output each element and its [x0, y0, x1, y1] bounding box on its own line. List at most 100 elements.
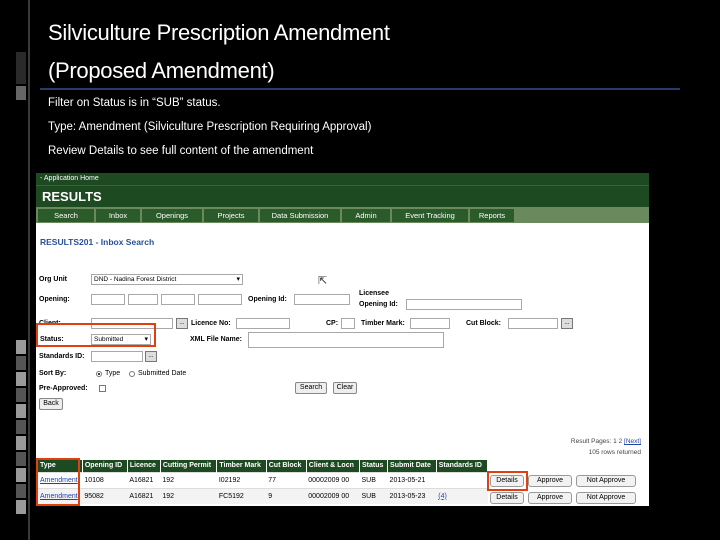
table-cell: 2013-05-23 [387, 487, 437, 504]
timber-mark-input[interactable] [410, 318, 450, 329]
tab-reports[interactable]: Reports [470, 208, 514, 222]
tab-event-tracking[interactable]: Event Tracking [392, 208, 468, 222]
opening-field-3[interactable] [161, 294, 195, 305]
bullet-item: Type: Amendment (Silviculture Prescripti… [48, 121, 372, 133]
table-cell: 95082 [82, 487, 128, 504]
pre-approved-label: Pre-Approved: [39, 385, 88, 392]
col-standards-id[interactable]: Standards ID [436, 460, 489, 472]
mouse-cursor-icon: ⇱ [318, 275, 328, 287]
org-unit-select[interactable]: DND - Nadina Forest District [91, 274, 243, 285]
cut-block-label: Cut Block: [466, 320, 501, 327]
cp-input[interactable] [341, 318, 355, 329]
table-cell: 9 [266, 487, 307, 504]
cut-block-lookup-button[interactable]: ... [561, 318, 573, 329]
tab-inbox[interactable]: Inbox [96, 208, 140, 222]
tab-projects[interactable]: Projects [204, 208, 258, 222]
status-label: Status: [40, 336, 64, 343]
licence-no-label: Licence No: [191, 320, 231, 327]
type-column-highlight-box [36, 458, 80, 506]
opening-id-input[interactable] [294, 294, 350, 305]
table-cell: 192 [160, 471, 217, 488]
standards-link[interactable]: (4) [438, 493, 447, 500]
search-button[interactable]: Search [295, 382, 327, 394]
rows-returned: 105 rows returned [588, 449, 641, 456]
opening-id-label: Opening Id: [248, 296, 287, 303]
col-cut-block[interactable]: Cut Block [266, 460, 307, 472]
table-cell: 00002009 00 [306, 471, 360, 488]
standards-lookup-button[interactable]: ... [145, 351, 157, 362]
title-underline [40, 88, 680, 90]
tab-admin[interactable]: Admin [342, 208, 390, 222]
results-table: Type Opening ID Licence Cutting Permit T… [38, 460, 489, 504]
app-brand: RESULTS [36, 185, 649, 207]
table-row: Amendment 10108 A16821 192 I02192 77 000… [38, 471, 488, 488]
xml-file-input[interactable] [248, 332, 444, 348]
main-nav: Search Inbox Openings Projects Data Subm… [36, 207, 649, 223]
col-status[interactable]: Status [359, 460, 389, 472]
bullet-list: Filter on Status is in “SUB” status. Typ… [48, 94, 371, 166]
tab-search[interactable]: Search [38, 208, 94, 222]
licence-no-input[interactable] [236, 318, 290, 329]
result-pages: Result Pages: 1 2 [Next] [571, 438, 641, 445]
col-client-locn[interactable]: Client & Locn [306, 460, 361, 472]
table-cell: 77 [266, 471, 307, 488]
table-cell: SUB [359, 487, 388, 504]
slide-title: Silviculture Prescription Amendment (Pro… [48, 14, 390, 90]
table-header-row: Type Opening ID Licence Cutting Permit T… [38, 460, 489, 472]
xml-file-label: XML File Name: [190, 336, 242, 343]
not-approve-button[interactable]: Not Approve [576, 475, 636, 487]
cut-block-input[interactable] [508, 318, 558, 329]
licensee-label: Licensee [359, 290, 389, 297]
left-rule [28, 0, 30, 540]
table-cell: A16821 [127, 471, 161, 488]
table-cell: 2013-05-21 [387, 471, 437, 488]
cp-label: CP: [326, 320, 339, 327]
tab-openings[interactable]: Openings [142, 208, 202, 222]
opening-label: Opening: [39, 296, 70, 303]
table-cell: I02192 [216, 471, 267, 488]
approve-button[interactable]: Approve [528, 492, 572, 504]
timber-mark-label: Timber Mark: [361, 320, 405, 327]
col-submit-date[interactable]: Submit Date [387, 460, 437, 472]
bullet-item: Review Details to see full content of th… [48, 145, 314, 157]
approve-button[interactable]: Approve [528, 475, 572, 487]
application-home-link[interactable]: - Application Home [36, 173, 649, 185]
opening-field-2[interactable] [128, 294, 158, 305]
table-cell [436, 471, 488, 488]
details-highlight-box [487, 471, 528, 491]
standards-id-input[interactable] [91, 351, 143, 362]
licensee-opening-id-label: Opening Id: [359, 301, 398, 308]
table-cell: 00002009 00 [306, 487, 360, 504]
next-page-link[interactable]: [Next] [624, 438, 641, 445]
table-cell: 10108 [82, 471, 128, 488]
page-title: RESULTS201 - Inbox Search [40, 237, 155, 247]
status-select[interactable]: Submitted [91, 334, 151, 345]
sort-type-radio[interactable] [96, 371, 102, 377]
col-cutting-permit[interactable]: Cutting Permit [160, 460, 218, 472]
details-button[interactable]: Details [490, 492, 524, 504]
table-row: Amendment 95082 A16821 192 FC5192 9 0000… [38, 487, 488, 504]
table-cell: FC5192 [216, 487, 267, 504]
tab-data-submission[interactable]: Data Submission [260, 208, 340, 222]
col-licence[interactable]: Licence [127, 460, 161, 472]
opening-field-4[interactable] [198, 294, 242, 305]
not-approve-button[interactable]: Not Approve [576, 492, 636, 504]
opening-field-1[interactable] [91, 294, 125, 305]
table-cell: A16821 [127, 487, 161, 504]
sort-type-label: Type [105, 370, 121, 377]
decor-blocks [16, 52, 26, 100]
slide-title-line2: (Proposed Amendment) [48, 58, 275, 83]
col-opening-id[interactable]: Opening ID [82, 460, 128, 472]
decor-stripes [16, 340, 26, 516]
sort-date-radio[interactable] [129, 371, 135, 377]
pre-approved-checkbox[interactable] [99, 385, 106, 392]
table-cell: 192 [160, 487, 217, 504]
back-button[interactable]: Back [39, 398, 63, 410]
bullet-item: Filter on Status is in “SUB” status. [48, 97, 221, 109]
slide-title-line1: Silviculture Prescription Amendment [48, 20, 390, 45]
clear-button[interactable]: Clear [333, 382, 357, 394]
col-timber-mark[interactable]: Timber Mark [216, 460, 267, 472]
org-unit-label: Org Unit [39, 276, 67, 283]
client-lookup-button[interactable]: ... [176, 318, 188, 329]
licensee-opening-id-input[interactable] [406, 299, 522, 310]
